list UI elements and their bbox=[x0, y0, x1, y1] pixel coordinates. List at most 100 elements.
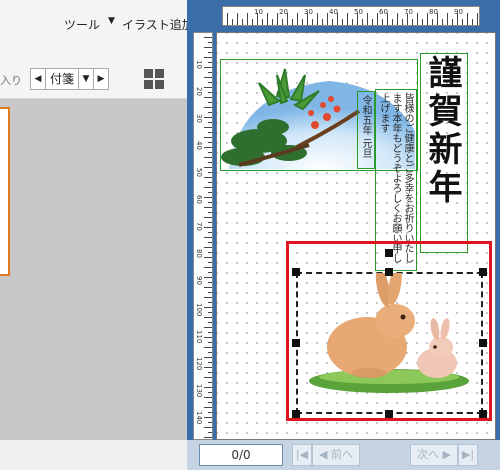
ruler-tick bbox=[208, 162, 212, 163]
ruler-tick bbox=[208, 82, 212, 83]
resize-handle-nw[interactable] bbox=[292, 268, 300, 276]
ruler-tick bbox=[302, 19, 303, 25]
next-page-button[interactable]: 次へ ▶ bbox=[410, 444, 458, 466]
ruler-tick bbox=[208, 402, 212, 403]
ruler-tick bbox=[208, 62, 212, 63]
resize-handle-ne[interactable] bbox=[479, 268, 487, 276]
ruler-tick bbox=[204, 427, 212, 428]
ruler-tick bbox=[204, 327, 212, 328]
resize-handle-e[interactable] bbox=[479, 339, 487, 347]
ruler-tick bbox=[208, 72, 212, 73]
next-page-label: 次へ bbox=[417, 448, 440, 461]
resize-handle-s[interactable] bbox=[385, 410, 393, 418]
ruler-tick bbox=[204, 297, 212, 298]
ruler-tick bbox=[208, 392, 212, 393]
ruler-tick bbox=[204, 77, 212, 78]
ruler-label: 80 bbox=[429, 8, 438, 16]
ruler-label: 90 bbox=[454, 8, 463, 16]
ruler-tick bbox=[204, 337, 212, 338]
ruler-tick bbox=[208, 342, 212, 343]
message-text[interactable]: 皆様のご健康とご多幸をお祈りいたします本年もどうぞよろしくお願い申し上げます bbox=[377, 93, 413, 265]
ruler-tick bbox=[442, 19, 443, 25]
ruler-tick bbox=[367, 13, 368, 25]
ruler-label: 50 bbox=[195, 168, 203, 177]
tag-dropdown-button[interactable]: ▼ bbox=[79, 69, 95, 89]
ruler-tick bbox=[204, 67, 212, 68]
ruler-tick bbox=[227, 13, 228, 25]
ruler-tick bbox=[467, 13, 468, 25]
truncated-label: 入り bbox=[0, 74, 22, 87]
ruler-tick bbox=[204, 287, 212, 288]
ruler-tick bbox=[208, 182, 212, 183]
ruler-tick bbox=[204, 377, 212, 378]
ruler-tick bbox=[204, 167, 212, 168]
resize-handle-sw[interactable] bbox=[292, 410, 300, 418]
ruler-tick bbox=[204, 87, 212, 88]
next-arrow-icon: ▶ bbox=[439, 448, 451, 461]
ruler-tick bbox=[352, 19, 353, 25]
add-illust-menu[interactable]: イラスト追加 bbox=[122, 16, 194, 33]
ruler-tick bbox=[208, 242, 212, 243]
vertical-ruler: 10 20 30 40 50 60 70 80 90 100 110 120 130 140 bbox=[193, 32, 213, 440]
last-page-icon[interactable]: ▶| bbox=[458, 444, 478, 466]
resize-handle-w[interactable] bbox=[292, 339, 300, 347]
ruler-label: 70 bbox=[195, 222, 203, 231]
ruler-label: 90 bbox=[195, 276, 203, 285]
ruler-tick bbox=[282, 19, 283, 25]
ruler-tick bbox=[204, 347, 212, 348]
ruler-tick bbox=[277, 13, 278, 25]
card-canvas[interactable]: 令和五年 元旦 皆様のご健康とご多幸をお祈りいたします本年もどうぞよろしくお願い… bbox=[216, 32, 496, 440]
ruler-label: 140 bbox=[195, 411, 203, 425]
date-text[interactable]: 令和五年 元旦 bbox=[358, 95, 372, 165]
next-tag-button[interactable]: ▶ bbox=[94, 69, 108, 89]
ruler-tick bbox=[208, 322, 212, 323]
ruler-tick bbox=[322, 19, 323, 25]
ruler-tick bbox=[297, 13, 298, 25]
ruler-label: 50 bbox=[354, 8, 363, 16]
prev-tag-button[interactable]: ◀ bbox=[31, 69, 46, 89]
ruler-tick bbox=[447, 13, 448, 25]
ruler-label: 120 bbox=[195, 357, 203, 371]
ruler-tick bbox=[382, 19, 383, 25]
ruler-tick bbox=[272, 19, 273, 25]
ruler-label: 40 bbox=[195, 141, 203, 150]
ruler-tick bbox=[204, 227, 212, 228]
ruler-tick bbox=[204, 107, 212, 108]
ruler-tick bbox=[312, 19, 313, 25]
ruler-tick bbox=[208, 282, 212, 283]
ruler-tick bbox=[204, 277, 212, 278]
ruler-tick bbox=[432, 19, 433, 25]
tools-menu[interactable]: ツール bbox=[64, 16, 100, 33]
ruler-tick bbox=[204, 397, 212, 398]
ruler-tick bbox=[422, 19, 423, 25]
selected-thumbnail[interactable] bbox=[0, 107, 10, 276]
rotate-handle[interactable] bbox=[385, 249, 393, 257]
ruler-tick bbox=[237, 13, 238, 25]
ruler-tick bbox=[204, 147, 212, 148]
ruler-tick bbox=[208, 122, 212, 123]
ruler-tick bbox=[208, 52, 212, 53]
first-page-icon[interactable]: |◀ bbox=[292, 444, 312, 466]
resize-handle-n[interactable] bbox=[385, 268, 393, 276]
ruler-tick bbox=[347, 13, 348, 25]
ruler-label: 30 bbox=[304, 8, 313, 16]
ruler-tick bbox=[412, 19, 413, 25]
ruler-tick bbox=[392, 19, 393, 25]
tag-label[interactable]: 付箋 bbox=[46, 69, 80, 89]
ruler-tick bbox=[317, 13, 318, 25]
add-illust-dropdown-icon[interactable]: ▼ bbox=[108, 16, 115, 26]
greeting-title[interactable]: 謹賀新年 bbox=[422, 55, 462, 251]
rabbits-illustration[interactable] bbox=[309, 273, 469, 393]
ruler-tick bbox=[208, 292, 212, 293]
grid-view-icon[interactable] bbox=[143, 68, 165, 90]
ruler-tick bbox=[208, 142, 212, 143]
ruler-tick bbox=[204, 207, 212, 208]
ruler-tick bbox=[208, 352, 212, 353]
ruler-tick bbox=[208, 252, 212, 253]
ruler-tick bbox=[204, 137, 212, 138]
ruler-tick bbox=[208, 132, 212, 133]
ruler-tick bbox=[462, 19, 463, 25]
ruler-tick bbox=[252, 19, 253, 25]
prev-page-button[interactable]: ◀ 前へ bbox=[312, 444, 360, 466]
resize-handle-se[interactable] bbox=[479, 410, 487, 418]
